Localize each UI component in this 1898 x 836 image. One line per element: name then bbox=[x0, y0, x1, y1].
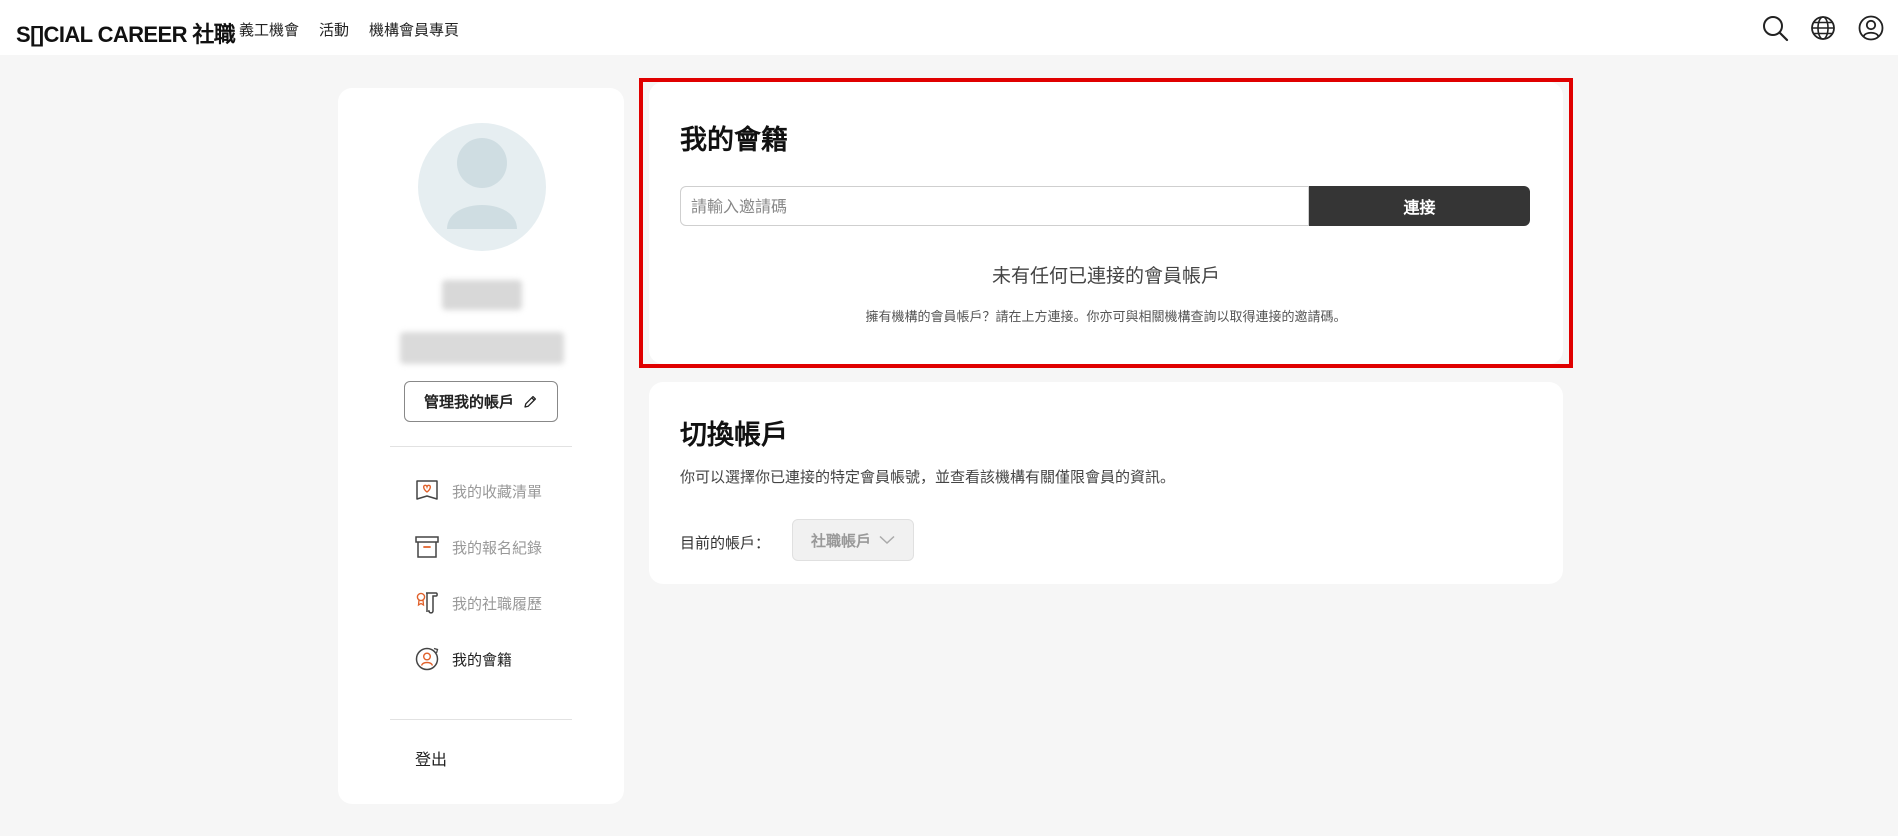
globe-icon[interactable] bbox=[1809, 14, 1837, 42]
connect-button[interactable]: 連接 bbox=[1309, 186, 1530, 226]
membership-title: 我的會籍 bbox=[680, 125, 788, 156]
empty-state-title: 未有任何已連接的會員帳戶 bbox=[991, 265, 1220, 287]
account-select[interactable]: 社職帳戶 bbox=[792, 519, 914, 561]
switch-account-title: 切換帳戶 bbox=[680, 420, 788, 451]
sidebar-divider bbox=[390, 446, 572, 447]
empty-state-description: 擁有機構的會員帳戶？請在上方連接。你亦可與相關機構查詢以取得連接的邀請碼。 bbox=[865, 310, 1347, 325]
user-account-icon[interactable] bbox=[1857, 14, 1885, 42]
top-header: S[]CIAL CAREER 社職 義工機會 活動 機構會員專頁 bbox=[0, 0, 1898, 55]
avatar bbox=[418, 123, 546, 251]
site-logo[interactable]: S[]CIAL CAREER 社職 bbox=[16, 17, 236, 49]
member-badge-icon bbox=[415, 647, 439, 671]
sidebar-item-registrations[interactable]: 我的報名紀錄 bbox=[414, 532, 542, 562]
sidebar-item-membership[interactable]: 我的會籍 bbox=[414, 644, 512, 674]
sidebar-item-label: 我的收藏清單 bbox=[452, 482, 543, 501]
nav-item-volunteer[interactable]: 義工機會 bbox=[239, 19, 299, 40]
nav-item-org-members[interactable]: 機構會員專頁 bbox=[369, 19, 459, 40]
chevron-down-icon bbox=[879, 535, 895, 545]
sidebar-divider bbox=[390, 719, 572, 720]
membership-card: 我的會籍 連接 未有任何已連接的會員帳戶 擁有機構的會員帳戶？請在上方連接。你亦… bbox=[649, 82, 1563, 364]
account-select-value: 社職帳戶 bbox=[810, 531, 871, 550]
nav-item-events[interactable]: 活動 bbox=[319, 19, 349, 40]
logout-link[interactable]: 登出 bbox=[415, 746, 447, 770]
manage-account-label: 管理我的帳戶 bbox=[423, 393, 514, 411]
scroll-ribbon-icon bbox=[416, 592, 438, 614]
manage-account-button[interactable]: 管理我的帳戶 bbox=[404, 381, 558, 422]
sidebar-item-resume[interactable]: 我的社職履歷 bbox=[414, 588, 542, 618]
sidebar-item-label: 我的報名紀錄 bbox=[452, 538, 543, 557]
sidebar-item-bookmarks[interactable]: 我的收藏清單 bbox=[414, 476, 542, 506]
invite-code-input[interactable] bbox=[680, 186, 1309, 226]
search-icon[interactable] bbox=[1761, 14, 1789, 42]
switch-account-card: 切換帳戶 你可以選擇你已連接的特定會員帳號，並查看該機構有關僅限會員的資訊。 目… bbox=[649, 382, 1563, 584]
default-avatar-icon bbox=[447, 138, 517, 229]
archive-box-icon bbox=[415, 536, 439, 558]
profile-sidebar: 管理我的帳戶 我的收藏清單 我的報名紀錄 我的社職履歷 我的會籍 登出 bbox=[338, 88, 624, 804]
sidebar-item-label: 我的會籍 bbox=[452, 650, 513, 669]
blurred-email bbox=[400, 332, 564, 364]
sidebar-item-label: 我的社職履歷 bbox=[452, 594, 543, 613]
bookmark-heart-icon bbox=[416, 480, 438, 500]
current-account-label: 目前的帳戶： bbox=[680, 534, 771, 552]
switch-account-description: 你可以選擇你已連接的特定會員帳號，並查看該機構有關僅限會員的資訊。 bbox=[680, 468, 1176, 486]
pencil-icon bbox=[524, 395, 537, 408]
blurred-username bbox=[442, 280, 522, 310]
main-nav: 義工機會 活動 機構會員專頁 bbox=[239, 19, 459, 40]
